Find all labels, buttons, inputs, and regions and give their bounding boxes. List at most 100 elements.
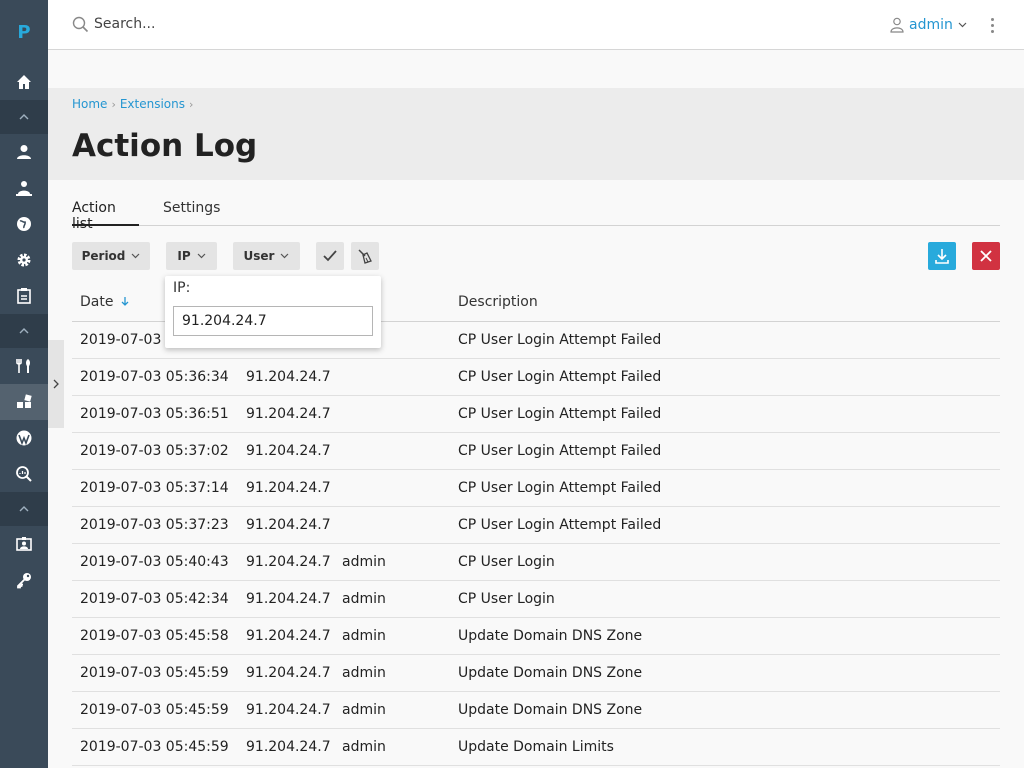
topbar: admin xyxy=(48,0,1024,50)
period-filter-label: Period xyxy=(81,249,126,263)
tab-settings[interactable]: Settings xyxy=(163,200,220,226)
breadcrumb-item-extensions[interactable]: Extensions xyxy=(120,97,185,111)
kebab-dot xyxy=(990,17,994,21)
ip-filter-popover: IP: xyxy=(165,276,381,348)
sidebar-item-statistics[interactable] xyxy=(0,278,48,314)
cell-description: CP User Login Attempt Failed xyxy=(458,480,662,496)
cell-user: admin xyxy=(342,554,386,570)
cell-description: Update Domain DNS Zone xyxy=(458,665,643,681)
clear-log-button[interactable] xyxy=(972,242,1000,270)
cell-description: CP User Login Attempt Failed xyxy=(458,443,662,459)
cell-description: Update Domain DNS Zone xyxy=(458,628,643,644)
more-menu-button[interactable] xyxy=(984,14,1000,36)
table-row[interactable]: 2019-07-03 05:45:59 91.204.24.7 admin Updat… xyxy=(72,692,1000,729)
extensions-icon xyxy=(17,394,32,408)
chevron-down-icon xyxy=(131,253,140,259)
breadcrumb: Home › Extensions › xyxy=(72,97,193,111)
sidebar: P xyxy=(0,0,48,768)
cell-user: admin xyxy=(342,591,386,607)
sidebar-item-seo[interactable] xyxy=(0,456,48,492)
chevron-right-icon: › xyxy=(189,97,194,111)
ip-filter-button[interactable]: IP xyxy=(166,242,217,270)
cell-description: CP User Login Attempt Failed xyxy=(458,369,662,385)
cell-date: 2019-07-03 05:36:34 xyxy=(80,369,229,385)
search-input[interactable] xyxy=(94,12,494,36)
cell-user: admin xyxy=(342,665,386,681)
cell-ip: 91.204.24.7 xyxy=(246,443,331,459)
cell-date: 2019-07-03 05:40:43 xyxy=(80,554,229,570)
close-icon xyxy=(980,250,992,262)
logo-letter: P xyxy=(17,21,31,43)
sidebar-item-customers[interactable] xyxy=(0,170,48,206)
apply-filter-button[interactable] xyxy=(316,242,344,270)
sidebar-item-users[interactable] xyxy=(0,134,48,170)
sidebar-section-toggle[interactable] xyxy=(0,314,48,348)
sidebar-item-domains[interactable] xyxy=(0,206,48,242)
column-header-description[interactable]: Description xyxy=(458,294,538,310)
sidebar-item-tools[interactable] xyxy=(0,348,48,384)
home-icon xyxy=(17,75,31,89)
sidebar-item-wordpress[interactable] xyxy=(0,420,48,456)
clear-filter-button[interactable] xyxy=(351,242,379,270)
globe-icon xyxy=(17,217,31,231)
page-header: Home › Extensions › Action Log xyxy=(48,88,1024,180)
table-row[interactable]: 2019-07-03 05:37:23 91.204.24.7 CP User Lo… xyxy=(72,507,1000,544)
ip-filter-popover-label: IP: xyxy=(173,280,191,296)
table-row[interactable]: 2019-07-03 05:36:51 91.204.24.7 CP User Lo… xyxy=(72,396,1000,433)
cell-ip: 91.204.24.7 xyxy=(246,591,331,607)
cell-ip: 91.204.24.7 xyxy=(246,665,331,681)
logo[interactable]: P xyxy=(0,0,48,64)
user-menu[interactable]: admin xyxy=(890,14,967,36)
cell-user: admin xyxy=(342,628,386,644)
user-name: admin xyxy=(909,17,953,33)
table-row[interactable]: 2019-07-03 05:40:43 91.204.24.7 admin CP Us… xyxy=(72,544,1000,581)
users-icon xyxy=(16,181,32,196)
table-row[interactable]: 2019-07-03 05:45:59 91.204.24.7 admin Updat… xyxy=(72,655,1000,692)
ip-filter-label: IP xyxy=(177,249,191,263)
cell-description: Update Domain Limits xyxy=(458,739,614,755)
cell-user: admin xyxy=(342,739,386,755)
kebab-dot xyxy=(990,23,994,27)
table-row[interactable]: 2019-07-03 05:45:58 91.204.24.7 admin Updat… xyxy=(72,618,1000,655)
tab-bar: Action list Settings xyxy=(72,200,1000,232)
statistics-icon xyxy=(17,288,31,304)
cell-date: 2019-07-03 05:42:34 xyxy=(80,591,229,607)
sidebar-item-home[interactable] xyxy=(0,64,48,100)
period-filter-button[interactable]: Period xyxy=(72,242,150,270)
sidebar-item-profile[interactable] xyxy=(0,526,48,562)
sidebar-section-toggle[interactable] xyxy=(0,492,48,526)
cell-ip: 91.204.24.7 xyxy=(246,554,331,570)
sidebar-expand-toggle[interactable] xyxy=(48,340,64,428)
table-row[interactable]: 2019-07-03 05:37:02 91.204.24.7 CP User Lo… xyxy=(72,433,1000,470)
tab-action-list[interactable]: Action list xyxy=(72,200,139,232)
sort-down-icon xyxy=(121,297,129,306)
kebab-dot xyxy=(990,29,994,33)
cell-date: 2019-07-03 0 xyxy=(80,332,175,348)
cell-date: 2019-07-03 05:37:23 xyxy=(80,517,229,533)
check-icon xyxy=(323,250,337,262)
cell-user: admin xyxy=(342,702,386,718)
sidebar-item-keys[interactable] xyxy=(0,562,48,598)
column-header-date[interactable]: Date xyxy=(80,294,129,310)
sidebar-section-toggle[interactable] xyxy=(0,100,48,134)
ip-filter-input[interactable] xyxy=(173,306,373,336)
tools-icon xyxy=(16,359,30,373)
chevron-right-icon xyxy=(53,379,59,389)
table-row[interactable]: 2019-07-03 05:37:14 91.204.24.7 CP User Lo… xyxy=(72,470,1000,507)
download-button[interactable] xyxy=(928,242,956,270)
cell-ip: 91.204.24.7 xyxy=(246,369,331,385)
cell-description: CP User Login xyxy=(458,591,555,607)
user-filter-button[interactable]: User xyxy=(233,242,300,270)
action-log-table: 2019-07-03 0 CP User Login Attempt Failed… xyxy=(72,322,1000,766)
cell-description: CP User Login xyxy=(458,554,555,570)
table-row[interactable]: 2019-07-03 05:45:59 91.204.24.7 admin Updat… xyxy=(72,729,1000,766)
sidebar-item-settings[interactable] xyxy=(0,242,48,278)
profile-icon xyxy=(16,537,32,551)
table-row[interactable]: 2019-07-03 05:42:34 91.204.24.7 admin CP Us… xyxy=(72,581,1000,618)
cell-ip: 91.204.24.7 xyxy=(246,517,331,533)
cell-ip: 91.204.24.7 xyxy=(246,702,331,718)
breadcrumb-item-home[interactable]: Home xyxy=(72,97,107,111)
chevron-down-icon xyxy=(197,253,206,259)
table-row[interactable]: 2019-07-03 05:36:34 91.204.24.7 CP User Lo… xyxy=(72,359,1000,396)
sidebar-item-extensions[interactable] xyxy=(0,384,48,420)
